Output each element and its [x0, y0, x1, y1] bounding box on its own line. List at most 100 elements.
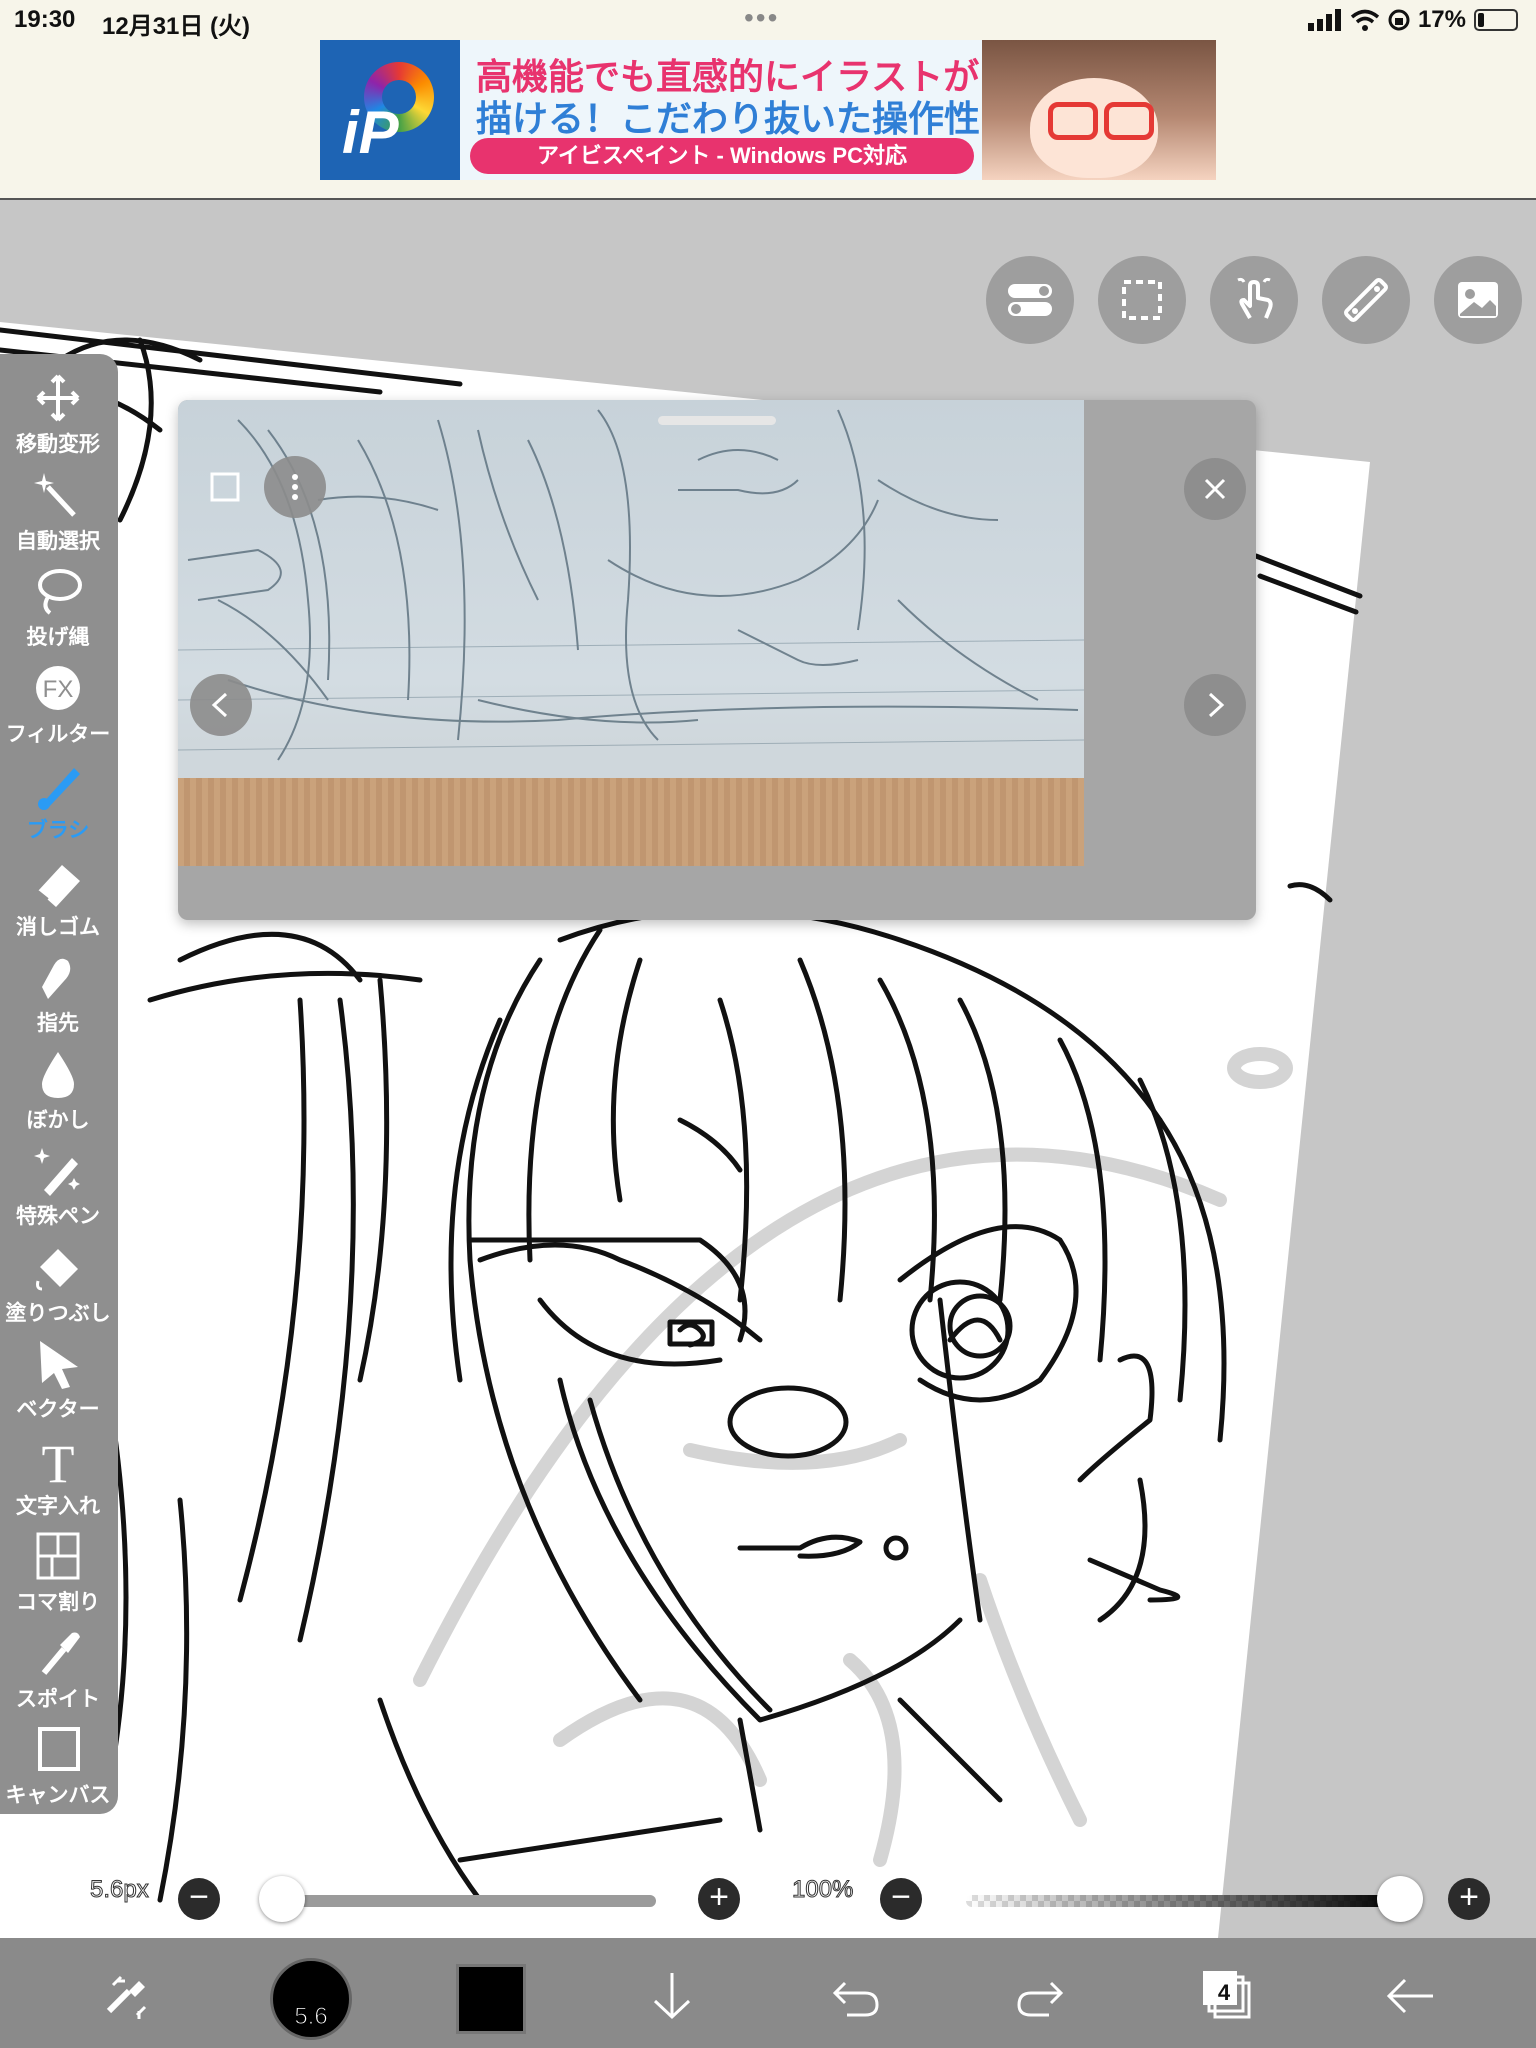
- brush-size-label: 5.6px: [90, 1876, 150, 1904]
- ad-mascot-image: [982, 40, 1216, 180]
- tool-lasso[interactable]: 投げ縄: [0, 565, 116, 661]
- tool-label: スポイト: [16, 1687, 100, 1711]
- tool-eyedropper[interactable]: スポイト: [0, 1627, 116, 1723]
- move-arrows-icon: [36, 374, 80, 422]
- multitask-dots[interactable]: •••: [744, 2, 779, 34]
- battery-icon: [1474, 9, 1518, 31]
- tool-transform[interactable]: 移動変形: [0, 372, 116, 468]
- tool-canvas[interactable]: キャンバス: [0, 1723, 116, 1819]
- previous-image-icon[interactable]: [190, 674, 252, 736]
- tool-fill[interactable]: 塗りつぶし: [0, 1241, 116, 1337]
- tool-label: キャンバス: [5, 1784, 111, 1807]
- ibispaint-logo: iP: [320, 40, 460, 180]
- panel-icon: [36, 1532, 80, 1580]
- top-tool-buttons: [986, 256, 1522, 344]
- tool-label: 指先: [37, 1012, 79, 1035]
- opacity-minus-button[interactable]: −: [880, 1878, 922, 1920]
- more-options-icon[interactable]: [264, 456, 326, 518]
- close-icon[interactable]: [1184, 458, 1246, 520]
- opacity-label: 100%: [791, 1876, 854, 1904]
- slider-row: 5.6px − + 100% − +: [0, 1860, 1536, 1930]
- opacity-knob[interactable]: [1377, 1876, 1423, 1922]
- fx-icon: FX: [36, 665, 80, 710]
- brush-size-slider[interactable]: [262, 1895, 656, 1907]
- tool-brush[interactable]: ブラシ: [0, 758, 116, 854]
- svg-text:FX: FX: [43, 676, 74, 703]
- tool-smudge[interactable]: 指先: [0, 951, 116, 1047]
- eraser-icon: [37, 864, 80, 907]
- smudge-icon: [42, 958, 71, 999]
- special-pen-icon: [34, 1148, 80, 1196]
- layer-count: 4: [1217, 1980, 1231, 2005]
- eyedropper-icon: [41, 1632, 80, 1675]
- tool-label: 移動変形: [16, 433, 100, 456]
- reference-window[interactable]: [178, 400, 1256, 920]
- lasso-icon: [38, 569, 82, 615]
- wifi-icon: [1350, 9, 1380, 31]
- layers-button[interactable]: 4: [1186, 1956, 1266, 2036]
- brush-icon: [38, 768, 80, 810]
- svg-text:T: T: [42, 1434, 75, 1486]
- ruler-icon[interactable]: [1322, 256, 1410, 344]
- text-icon: T: [42, 1434, 75, 1486]
- tool-palette: 移動変形自動選択投げ縄 FX フィルターブラシ消しゴム指先ぼかし特殊ペン塗りつぶしベ…: [0, 354, 118, 1814]
- brush-size-knob[interactable]: [258, 1876, 305, 1922]
- ad-headline-2: 描ける！こだわり抜いた操作性！: [476, 98, 1017, 139]
- status-date: 12月31日 (火): [102, 13, 251, 40]
- fill-bucket-icon: [36, 1248, 78, 1290]
- brush-size-plus-button[interactable]: +: [698, 1878, 740, 1920]
- tool-label: フィルター: [5, 722, 111, 746]
- blur-drop-icon: [42, 1051, 74, 1098]
- brush-preview-button[interactable]: 5.6: [270, 1958, 352, 2040]
- battery-percent: 17%: [1417, 6, 1466, 33]
- vector-arrow-icon: [40, 1341, 78, 1389]
- tool-label: 塗りつぶし: [5, 1301, 111, 1325]
- back-arrow-icon[interactable]: [1370, 1956, 1450, 2036]
- tool-filter[interactable]: FX フィルター: [0, 662, 116, 758]
- tool-eraser[interactable]: 消しゴム: [0, 855, 116, 951]
- bottom-bar: 5.6 4: [0, 1938, 1536, 2048]
- download-arrow-icon[interactable]: [632, 1956, 712, 2036]
- logo-text: iP: [342, 99, 399, 166]
- opacity-slider[interactable]: [966, 1895, 1400, 1907]
- tool-special-pen[interactable]: 特殊ペン: [0, 1144, 116, 1240]
- tool-label: 消しゴム: [16, 915, 100, 939]
- color-swatch-button[interactable]: [456, 1964, 526, 2034]
- brush-eraser-swap-icon[interactable]: [88, 1956, 168, 2036]
- brush-size-value: 5.6: [294, 2003, 328, 2031]
- gesture-icon[interactable]: [1210, 256, 1298, 344]
- tool-label: ベクター: [16, 1398, 100, 1421]
- tool-label: 自動選択: [16, 529, 100, 553]
- ad-tagline: アイビスペイント - Windows PC対応: [470, 138, 974, 174]
- tool-label: 特殊ペン: [16, 1205, 100, 1228]
- next-image-icon[interactable]: [1184, 674, 1246, 736]
- redo-icon[interactable]: [1000, 1956, 1080, 2036]
- tool-label: ブラシ: [26, 819, 90, 842]
- tool-blur[interactable]: ぼかし: [0, 1048, 116, 1144]
- status-right: 17%: [1307, 6, 1518, 34]
- tool-label: ぼかし: [26, 1108, 90, 1132]
- tool-label: 投げ縄: [26, 626, 90, 649]
- brush-size-minus-button[interactable]: −: [178, 1878, 220, 1920]
- tool-text[interactable]: T 文字入れ: [0, 1434, 116, 1530]
- tool-frame-divider[interactable]: コマ割り: [0, 1530, 116, 1626]
- canvas-icon: [38, 1727, 80, 1771]
- tool-vector[interactable]: ベクター: [0, 1337, 116, 1433]
- selection-icon[interactable]: [1098, 256, 1186, 344]
- signal-icon: [1307, 9, 1341, 31]
- reference-drag-handle[interactable]: [658, 416, 776, 425]
- material-icon[interactable]: [1434, 256, 1522, 344]
- tool-label: コマ割り: [16, 1591, 100, 1614]
- reference-window-square-icon[interactable]: [194, 456, 256, 518]
- tool-label: 文字入れ: [16, 1494, 100, 1518]
- cardboard-edge: [178, 778, 1084, 866]
- undo-icon[interactable]: [816, 1956, 896, 2036]
- orientation-lock-icon: [1388, 9, 1410, 31]
- magic-wand-icon: [34, 472, 76, 517]
- tool-magic-wand[interactable]: 自動選択: [0, 469, 116, 565]
- status-time: 19:30: [14, 6, 76, 33]
- toggle-icon[interactable]: [986, 256, 1074, 344]
- ad-banner[interactable]: iP 高機能でも直感的にイラストが 描ける！こだわり抜いた操作性！ アイビスペイ…: [320, 40, 1216, 180]
- opacity-plus-button[interactable]: +: [1448, 1878, 1490, 1920]
- ad-bar: iP 高機能でも直感的にイラストが 描ける！こだわり抜いた操作性！ アイビスペイ…: [0, 40, 1536, 200]
